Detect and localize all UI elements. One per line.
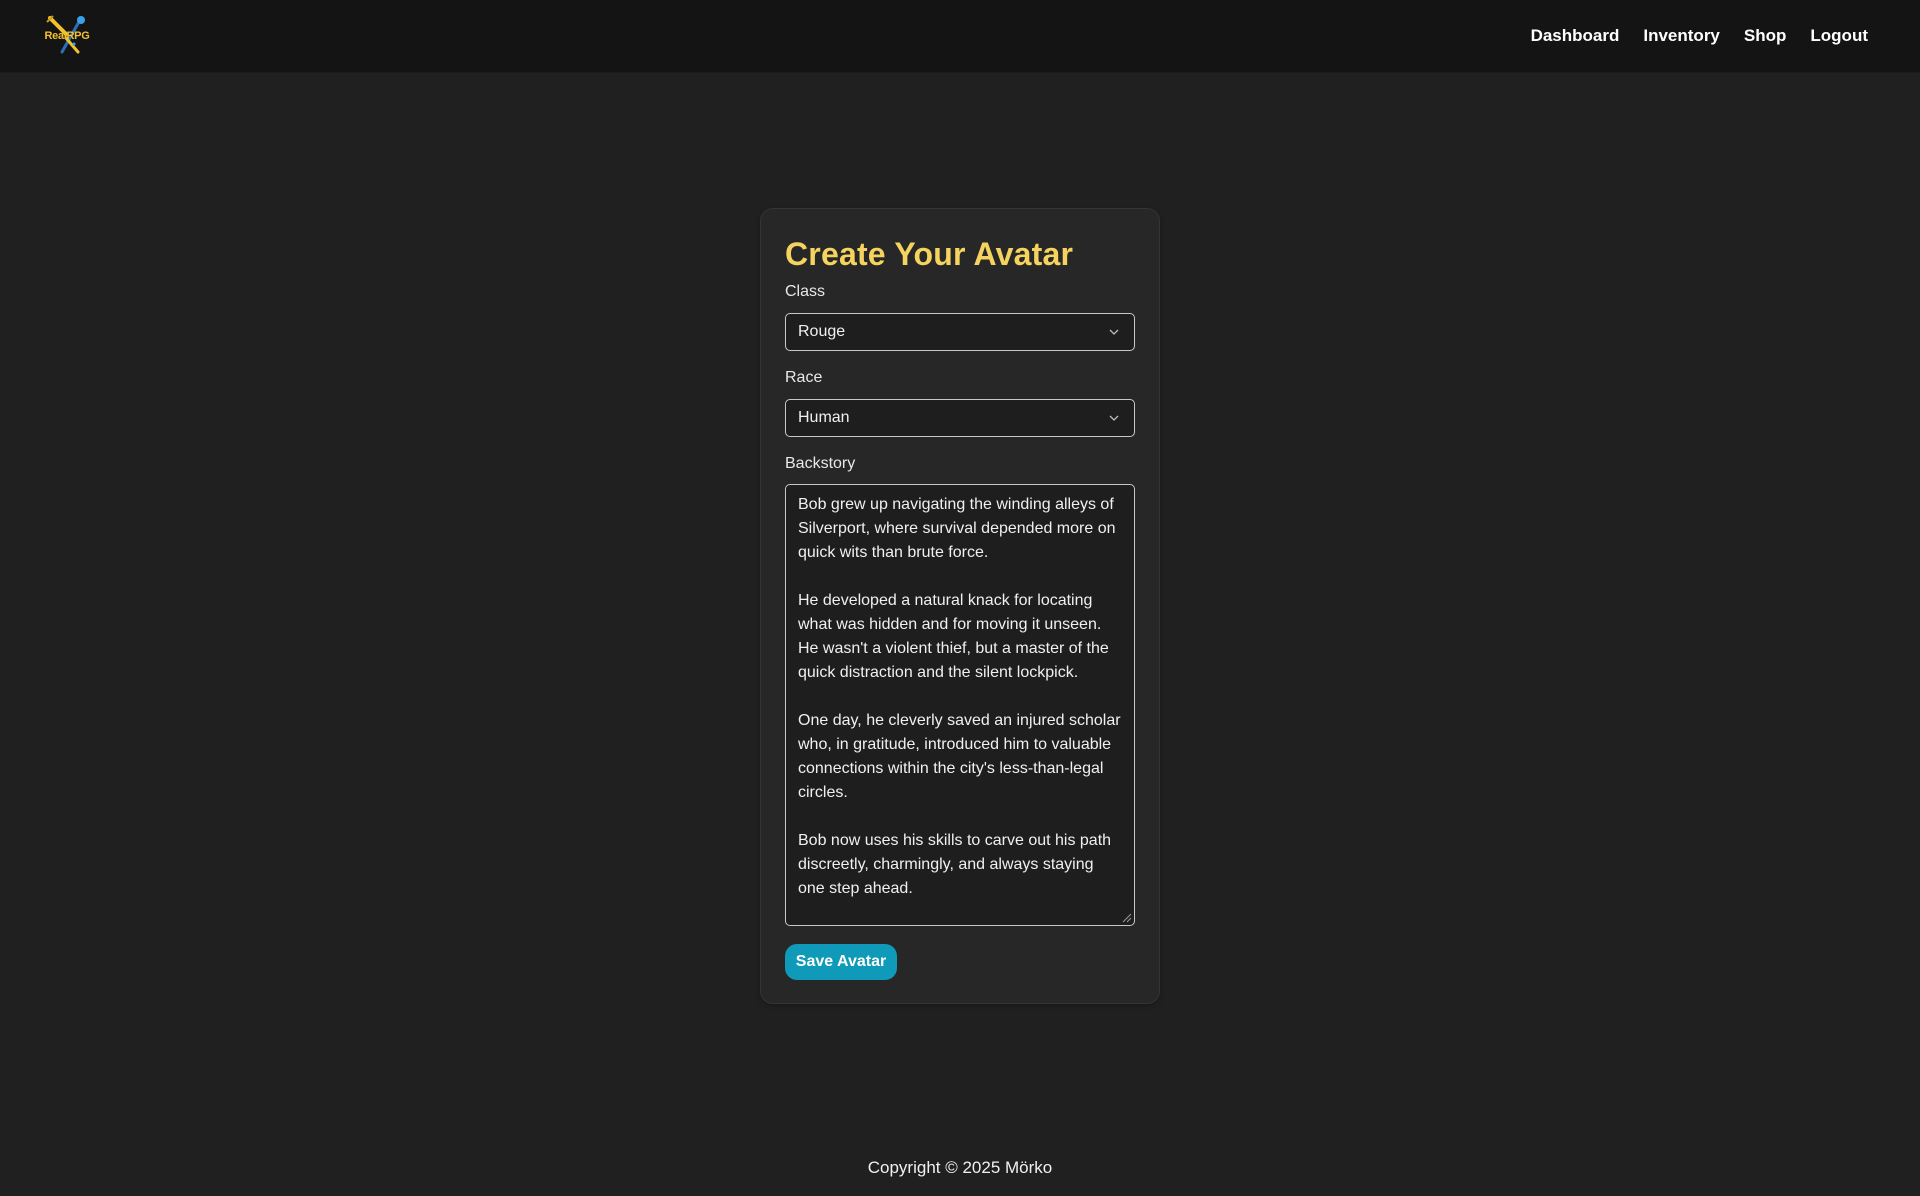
chevron-down-icon [1109, 415, 1119, 421]
app-logo[interactable]: RealRPG [42, 14, 92, 58]
nav-link-dashboard[interactable]: Dashboard [1531, 26, 1620, 46]
race-select[interactable]: Human [785, 399, 1135, 437]
chevron-down-icon [1109, 329, 1119, 335]
backstory-paragraph: Bob grew up navigating the winding alley… [798, 496, 1116, 561]
page-title: Create Your Avatar [785, 236, 1074, 272]
footer-copyright: Copyright © 2025 Mörko [867, 1158, 1053, 1177]
nav-link-inventory[interactable]: Inventory [1643, 26, 1720, 46]
top-navbar: RealRPG Dashboard Inventory Shop Logout [0, 0, 1920, 73]
class-select-value: Rouge [798, 323, 846, 340]
nav-link-logout[interactable]: Logout [1810, 26, 1868, 46]
race-label: Race [785, 369, 823, 386]
backstory-label: Backstory [785, 455, 856, 472]
resize-grip-icon[interactable] [1120, 911, 1132, 923]
save-avatar-button[interactable]: Save Avatar [785, 944, 897, 980]
nav-link-shop[interactable]: Shop [1744, 26, 1787, 46]
race-select-value: Human [798, 409, 850, 426]
backstory-paragraph: He developed a natural knack for locatin… [798, 592, 1109, 681]
backstory-paragraph: One day, he cleverly saved an injured sc… [798, 712, 1121, 801]
class-select[interactable]: Rouge [785, 313, 1135, 351]
backstory-textarea[interactable]: Bob grew up navigating the winding alley… [785, 484, 1135, 926]
class-label: Class [785, 283, 826, 300]
main-nav: Dashboard Inventory Shop Logout [1531, 26, 1868, 46]
backstory-paragraph: Bob now uses his skills to carve out his… [798, 832, 1112, 897]
logo-text: RealRPG [44, 30, 90, 42]
avatar-form-card: Create Your Avatar Class Rouge Race Huma… [760, 208, 1160, 1004]
